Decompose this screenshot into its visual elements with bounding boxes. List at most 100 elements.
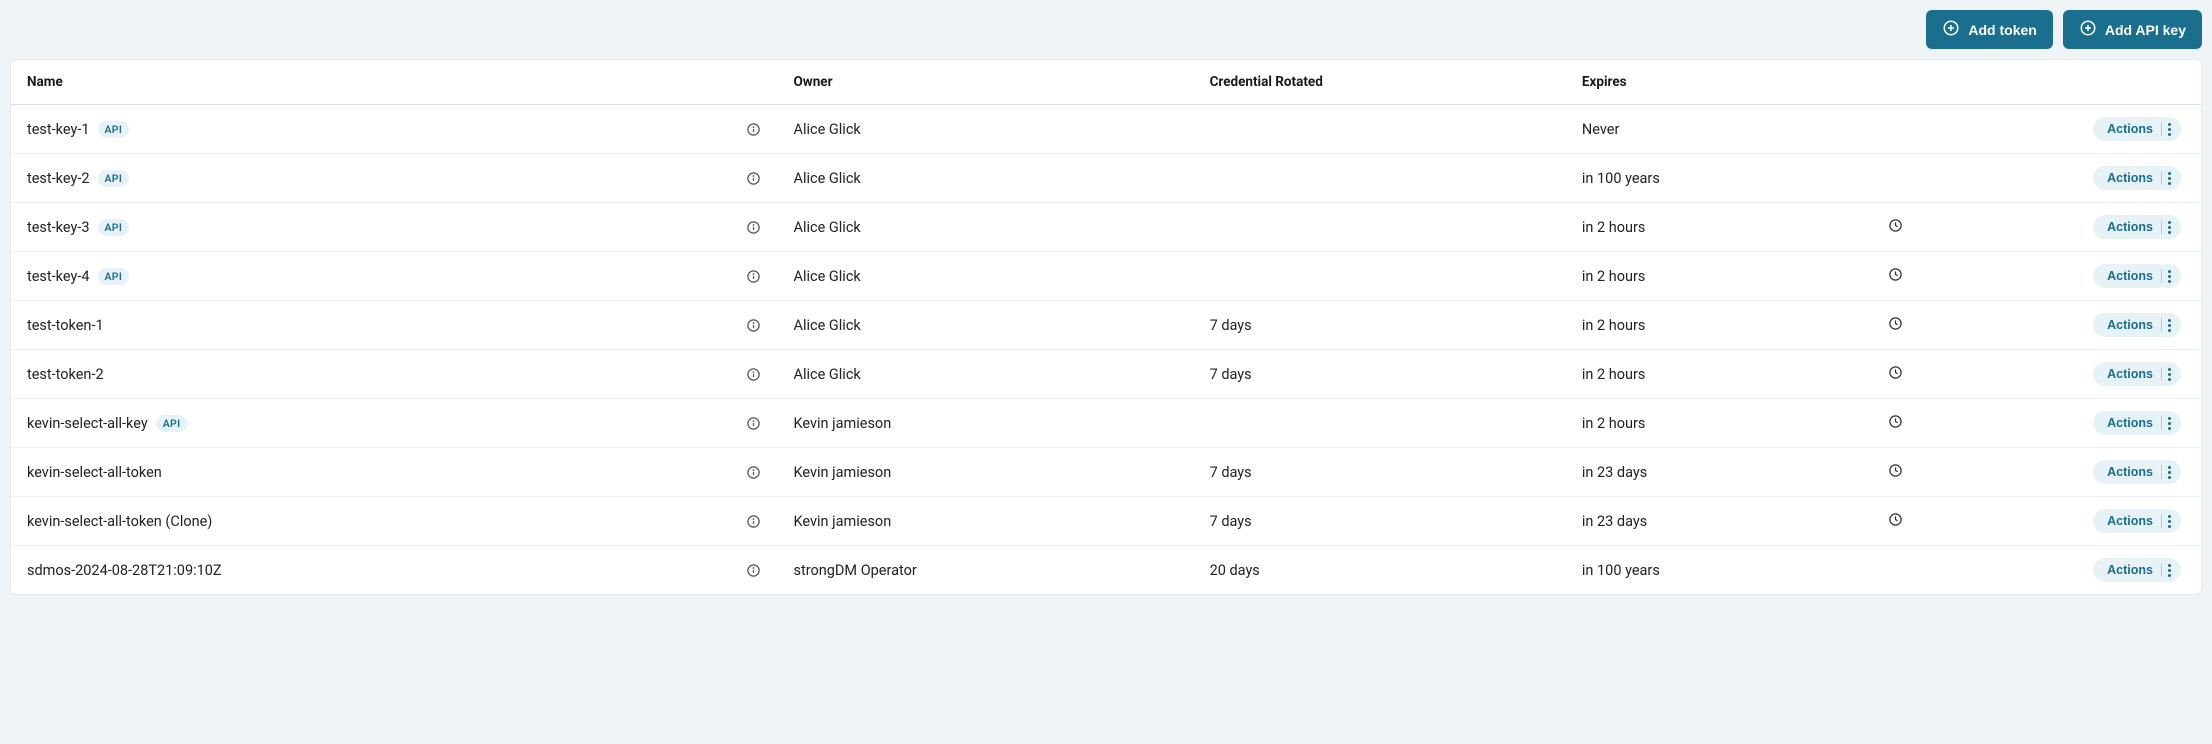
- credential-name[interactable]: test-token-1: [27, 317, 104, 334]
- credential-name[interactable]: test-key-4: [27, 268, 90, 285]
- rotated-cell: 7 days: [1194, 350, 1566, 399]
- expires-cell: in 100 years: [1566, 546, 1873, 595]
- rotated-cell: [1194, 105, 1566, 154]
- owner-cell: Kevin jamieson: [778, 399, 1194, 448]
- owner-cell: Alice Glick: [778, 154, 1194, 203]
- kebab-icon: [2161, 514, 2171, 528]
- rotated-cell: [1194, 203, 1566, 252]
- table-row: test-key-3APIAlice Glickin 2 hoursAction…: [11, 203, 2201, 252]
- kebab-icon: [2161, 220, 2171, 234]
- credential-name[interactable]: test-token-2: [27, 366, 104, 383]
- clock-icon: [1888, 463, 1904, 479]
- kebab-icon: [2161, 563, 2171, 577]
- actions-label: Actions: [2107, 269, 2153, 283]
- expiry-indicator-cell: [1872, 203, 2047, 252]
- table-row: test-token-1Alice Glick7 daysin 2 hoursA…: [11, 301, 2201, 350]
- expiry-indicator-cell: [1872, 301, 2047, 350]
- api-badge: API: [156, 415, 188, 432]
- actions-button[interactable]: Actions: [2093, 460, 2181, 484]
- owner-cell: Kevin jamieson: [778, 497, 1194, 546]
- table-row: test-key-4APIAlice Glickin 2 hoursAction…: [11, 252, 2201, 301]
- expires-cell: in 2 hours: [1566, 252, 1873, 301]
- clock-icon: [1888, 414, 1904, 430]
- actions-label: Actions: [2107, 171, 2153, 185]
- credential-name[interactable]: kevin-select-all-token (Clone): [27, 513, 212, 530]
- rotated-cell: [1194, 399, 1566, 448]
- actions-button[interactable]: Actions: [2093, 558, 2181, 582]
- rotated-cell: [1194, 154, 1566, 203]
- add-api-key-label: Add API key: [2105, 22, 2186, 38]
- add-token-button[interactable]: Add token: [1926, 10, 2052, 49]
- actions-label: Actions: [2107, 122, 2153, 136]
- table-row: test-key-2 API Alice Glick in 100 years Acti…: [11, 154, 2201, 203]
- kebab-icon: [2161, 367, 2171, 381]
- info-icon[interactable]: [746, 317, 762, 333]
- actions-button[interactable]: Actions: [2093, 411, 2181, 435]
- column-header-owner[interactable]: Owner: [778, 60, 1194, 105]
- actions-button[interactable]: Actions: [2093, 313, 2181, 337]
- expires-cell: in 2 hours: [1566, 203, 1873, 252]
- credential-name[interactable]: kevin-select-all-key: [27, 415, 148, 432]
- credential-name[interactable]: test-key-1: [27, 121, 90, 138]
- credential-name[interactable]: kevin-select-all-token: [27, 464, 162, 481]
- credentials-card: Name Owner Credential Rotated Expires te…: [10, 59, 2202, 595]
- info-icon[interactable]: [746, 366, 762, 382]
- rotated-cell: 7 days: [1194, 497, 1566, 546]
- expiry-indicator-cell: [1872, 448, 2047, 497]
- actions-label: Actions: [2107, 563, 2153, 577]
- credential-name[interactable]: test-key-2: [27, 170, 90, 187]
- actions-label: Actions: [2107, 367, 2153, 381]
- rotated-cell: 7 days: [1194, 448, 1566, 497]
- actions-button[interactable]: Actions: [2093, 362, 2181, 386]
- expires-cell: in 2 hours: [1566, 399, 1873, 448]
- info-icon[interactable]: [746, 219, 762, 235]
- api-badge: API: [98, 219, 130, 236]
- add-api-key-button[interactable]: Add API key: [2063, 10, 2202, 49]
- kebab-icon: [2161, 122, 2171, 136]
- actions-label: Actions: [2107, 220, 2153, 234]
- rotated-cell: [1194, 252, 1566, 301]
- info-icon[interactable]: [746, 513, 762, 529]
- actions-button[interactable]: Actions: [2093, 117, 2181, 141]
- kebab-icon: [2161, 416, 2171, 430]
- actions-button[interactable]: Actions: [2093, 166, 2181, 190]
- table-row: sdmos-2024-08-28T21:09:10ZstrongDM Opera…: [11, 546, 2201, 595]
- kebab-icon: [2161, 269, 2171, 283]
- info-icon[interactable]: [746, 268, 762, 284]
- expires-cell: in 2 hours: [1566, 350, 1873, 399]
- kebab-icon: [2161, 318, 2171, 332]
- column-header-rotated[interactable]: Credential Rotated: [1194, 60, 1566, 105]
- info-icon[interactable]: [746, 415, 762, 431]
- owner-cell: Alice Glick: [778, 350, 1194, 399]
- expires-cell: in 100 years: [1566, 154, 1873, 203]
- actions-button[interactable]: Actions: [2093, 509, 2181, 533]
- expiry-indicator-cell: [1872, 105, 2047, 154]
- plus-circle-icon: [2079, 19, 2097, 40]
- table-row: kevin-select-all-token (Clone) Kevin jami…: [11, 497, 2201, 546]
- column-header-name[interactable]: Name: [11, 60, 778, 105]
- actions-label: Actions: [2107, 514, 2153, 528]
- kebab-icon: [2161, 465, 2171, 479]
- table-row: test-token-2 Alice Glick7 daysin 2 hours A…: [11, 350, 2201, 399]
- clock-icon: [1888, 316, 1904, 332]
- actions-button[interactable]: Actions: [2093, 215, 2181, 239]
- api-badge: API: [98, 170, 130, 187]
- plus-circle-icon: [1942, 19, 1960, 40]
- column-header-indicator: [1872, 60, 2047, 105]
- expiry-indicator-cell: [1872, 252, 2047, 301]
- expiry-indicator-cell: [1872, 497, 2047, 546]
- info-icon[interactable]: [746, 121, 762, 137]
- info-icon[interactable]: [746, 464, 762, 480]
- credential-name[interactable]: sdmos-2024-08-28T21:09:10Z: [27, 562, 222, 579]
- column-header-expires[interactable]: Expires: [1566, 60, 1873, 105]
- expires-cell: Never: [1566, 105, 1873, 154]
- expires-cell: in 2 hours: [1566, 301, 1873, 350]
- credential-name[interactable]: test-key-3: [27, 219, 90, 236]
- table-row: test-key-1APIAlice GlickNeverActions: [11, 105, 2201, 154]
- actions-label: Actions: [2107, 416, 2153, 430]
- info-icon[interactable]: [746, 170, 762, 186]
- actions-label: Actions: [2107, 318, 2153, 332]
- owner-cell: Alice Glick: [778, 301, 1194, 350]
- info-icon[interactable]: [746, 562, 762, 578]
- actions-button[interactable]: Actions: [2093, 264, 2181, 288]
